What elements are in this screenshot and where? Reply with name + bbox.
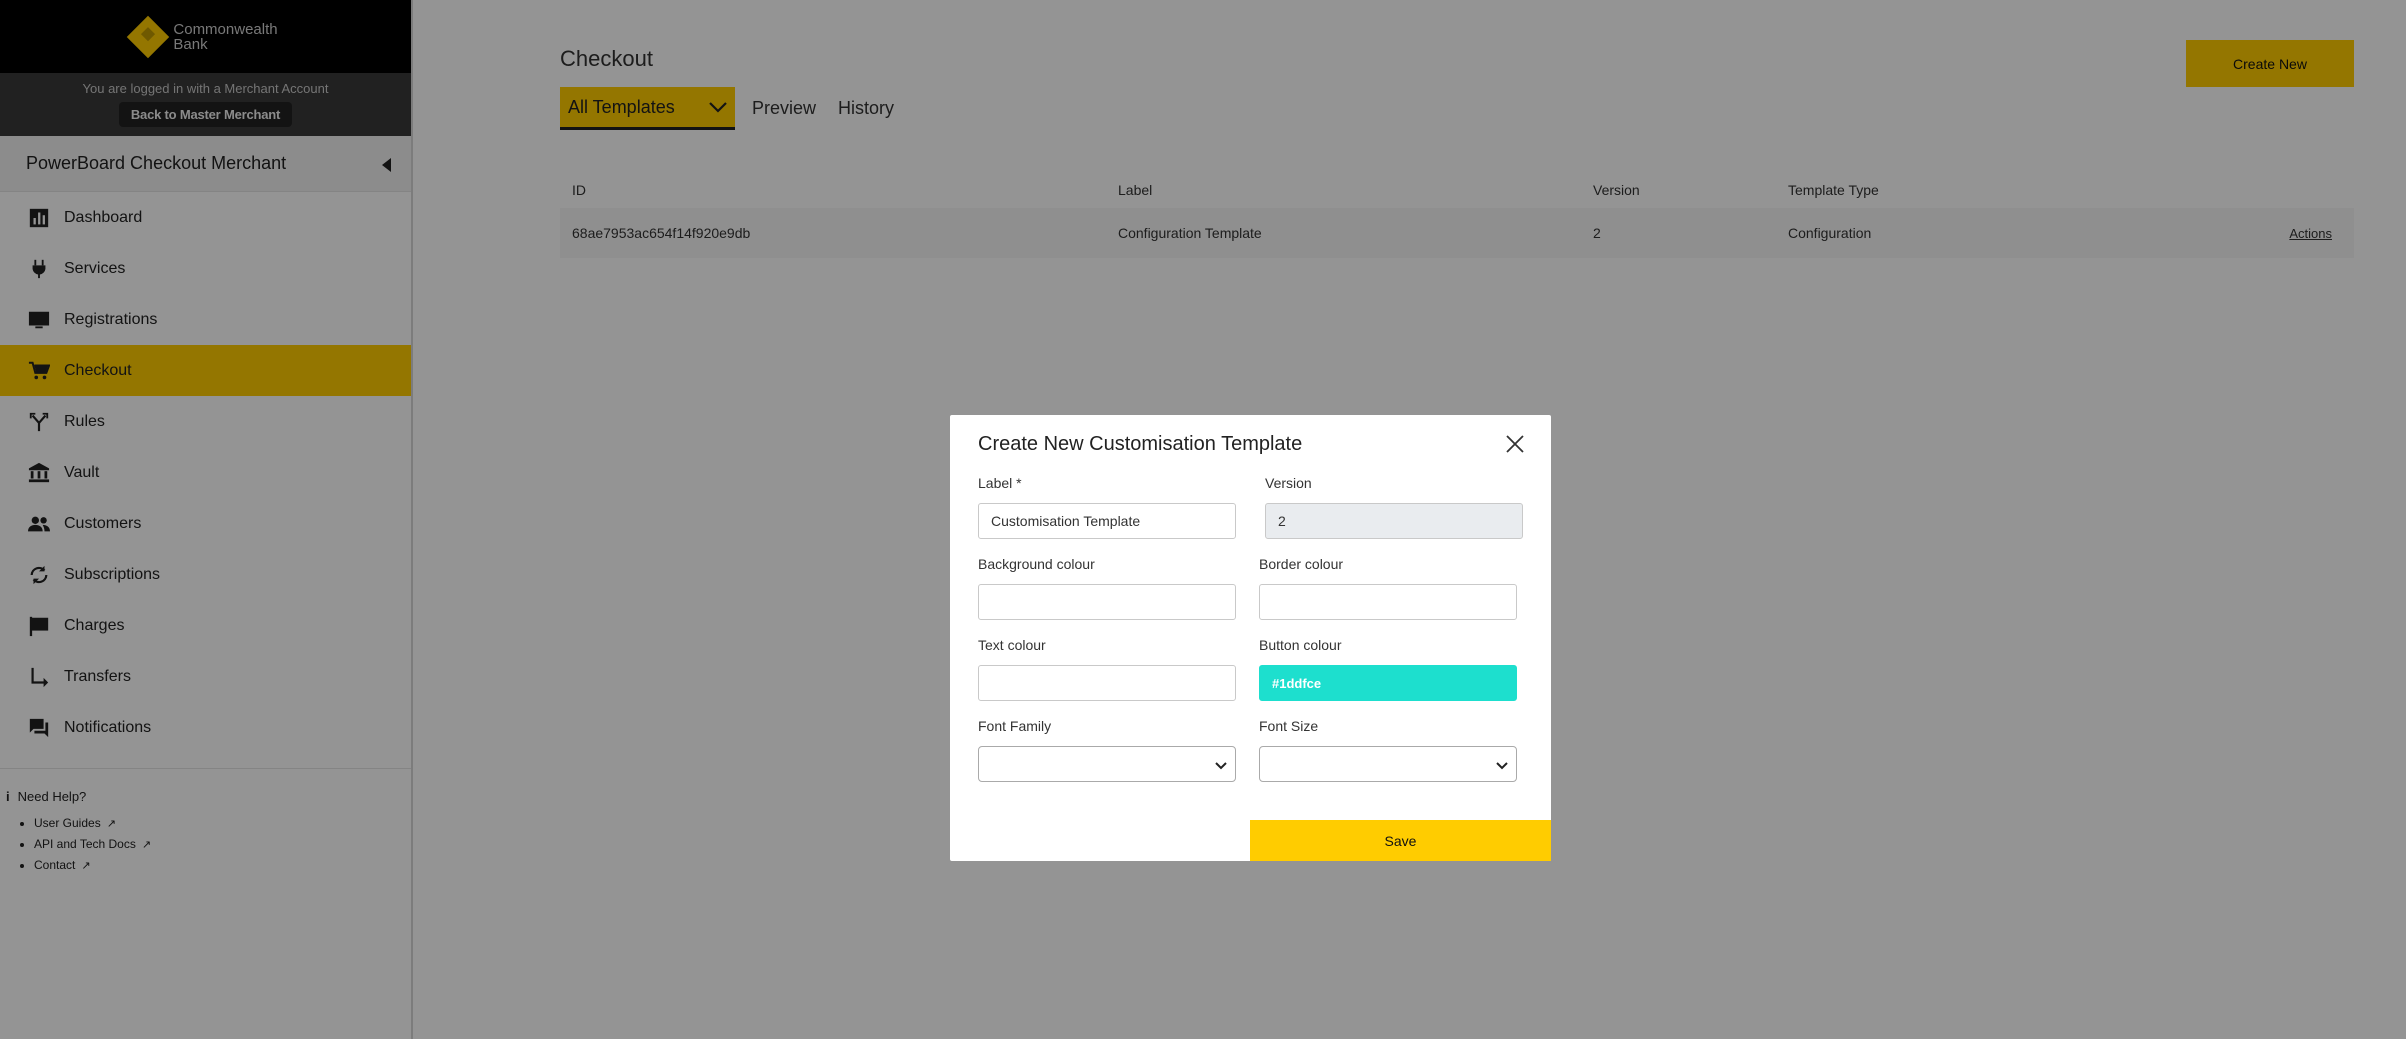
label-field-label: Label *	[978, 475, 1022, 491]
save-button[interactable]: Save	[1250, 820, 1551, 861]
chevron-down-icon	[1215, 758, 1227, 776]
font-size-label: Font Size	[1259, 718, 1319, 734]
version-field-label: Version	[1265, 475, 1312, 491]
modal-title: Create New Customisation Template	[978, 433, 1303, 455]
button-colour-input[interactable]: #1ddfce	[1259, 665, 1517, 701]
close-icon[interactable]	[1503, 432, 1527, 456]
font-family-label: Font Family	[978, 718, 1052, 734]
border-colour-label: Border colour	[1259, 556, 1344, 572]
create-template-modal: Create New Customisation Template Label …	[950, 415, 1551, 861]
button-colour-label: Button colour	[1259, 637, 1342, 653]
background-colour-label: Background colour	[978, 556, 1095, 572]
background-colour-input[interactable]	[978, 584, 1236, 620]
label-input[interactable]: Customisation Template	[978, 503, 1236, 539]
font-family-select[interactable]	[978, 746, 1236, 782]
chevron-down-icon	[1496, 758, 1508, 776]
border-colour-input[interactable]	[1259, 584, 1517, 620]
font-size-select[interactable]	[1259, 746, 1517, 782]
text-colour-label: Text colour	[978, 637, 1046, 653]
version-input: 2	[1265, 503, 1523, 539]
text-colour-input[interactable]	[978, 665, 1236, 701]
